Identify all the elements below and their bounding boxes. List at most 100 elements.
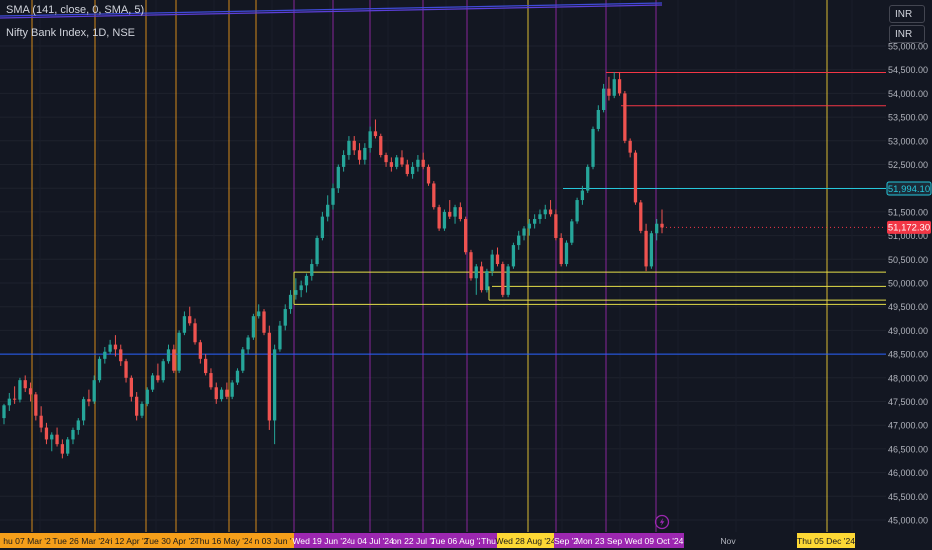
candle-body — [23, 380, 27, 389]
candle-body — [214, 387, 218, 400]
candle-body — [612, 79, 616, 96]
candle-body — [384, 155, 388, 163]
time-tick-label: Tue 06 Aug '2 — [431, 536, 484, 546]
candle-body — [442, 211, 447, 229]
candle-body — [267, 332, 271, 421]
candle-body — [554, 214, 558, 238]
currency-button[interactable]: INR — [889, 25, 925, 43]
price-tick-label: 45,000.00 — [888, 516, 928, 526]
price-tick-label: 53,000.00 — [888, 136, 928, 146]
candle-body — [649, 233, 654, 267]
candle-body — [246, 337, 250, 350]
price-tick-label: 45,500.00 — [888, 492, 928, 502]
candle-body — [230, 382, 234, 397]
candle-body — [517, 235, 521, 246]
candle-body — [310, 264, 314, 276]
indicator-legend[interactable]: SMA (141, close, 0, SMA, 5) — [6, 4, 144, 16]
candle-body — [363, 147, 367, 160]
candle-body — [18, 380, 22, 400]
symbol-title[interactable]: Nifty Bank Index, 1D, NSE — [6, 27, 135, 39]
price-tick-label: 49,500.00 — [888, 302, 928, 312]
last-price-text: 51,172.30 — [888, 223, 930, 234]
chart-background — [0, 0, 932, 550]
candle-body — [124, 361, 128, 378]
candle-body — [368, 131, 372, 148]
candle-body — [485, 271, 489, 291]
price-chart[interactable]: 55,000.0054,500.0054,000.0053,500.0053,0… — [0, 0, 932, 550]
time-tick-label: hu 07 Mar '2 — [3, 536, 51, 546]
currency-button[interactable]: INR — [889, 5, 925, 23]
candle-body — [320, 216, 325, 238]
candle-body — [543, 209, 547, 215]
time-tick-label: Thu 16 May '24 — [195, 536, 254, 546]
candle-body — [591, 128, 595, 167]
candle-body — [511, 245, 516, 267]
time-tick-label: Nov — [720, 536, 736, 546]
candle-body — [623, 93, 627, 141]
price-tick-label: 54,500.00 — [888, 65, 928, 75]
candle-body — [400, 157, 404, 165]
candle-body — [193, 323, 197, 343]
candle-body — [580, 190, 585, 201]
candle-body — [341, 155, 346, 167]
candle-body — [129, 377, 133, 397]
candle-body — [81, 399, 86, 421]
candle-body — [336, 166, 340, 189]
candle-body — [326, 204, 330, 217]
candle-body — [464, 219, 468, 253]
candle-body — [405, 164, 409, 174]
candle-body — [39, 415, 43, 428]
candle-body — [262, 311, 266, 333]
candle-body — [251, 316, 256, 338]
price-tick-label: 48,000.00 — [888, 373, 928, 383]
candle-body — [103, 351, 107, 359]
price-tick-label: 52,500.00 — [888, 160, 928, 170]
candle-body — [283, 309, 287, 326]
price-axis[interactable]: 55,000.0054,500.0054,000.0053,500.0053,0… — [888, 42, 928, 526]
time-tick-label: n 03 Jun ' — [255, 536, 292, 546]
candle-body — [564, 242, 569, 265]
candle-body — [479, 266, 484, 291]
cross-line-price-label: 51,994.10 — [886, 181, 932, 196]
candle-body — [389, 162, 394, 167]
candle-body — [474, 266, 478, 279]
candle-body — [294, 290, 298, 295]
candle-body — [34, 394, 38, 416]
candle-body — [655, 223, 659, 234]
price-tick-label: 50,500.00 — [888, 255, 928, 265]
candle-body — [548, 209, 553, 215]
candle-body — [87, 399, 91, 402]
candle-body — [172, 349, 176, 371]
candle-body — [633, 152, 638, 203]
candle-body — [182, 316, 187, 333]
candle-body — [166, 349, 171, 362]
price-tick-label: 54,000.00 — [888, 89, 928, 99]
candle-body — [7, 398, 11, 406]
time-tick-label: Thu — [481, 536, 496, 546]
time-tick-label: on 22 Jul '2 — [392, 536, 436, 546]
candle-body — [161, 361, 165, 381]
candle-body — [119, 349, 123, 362]
candle-body — [241, 349, 245, 371]
candle-body — [575, 200, 579, 222]
time-tick-label: Wed 28 Aug '24 — [495, 536, 555, 546]
candle-body — [76, 420, 80, 430]
time-axis-labels[interactable]: hu 07 Mar '2 Tue 26 Mar '24ri 12 Apr '2Tu… — [0, 532, 932, 550]
candle-body — [352, 140, 356, 151]
candle-body — [331, 188, 335, 205]
candle-body — [188, 316, 192, 324]
candle-body — [379, 136, 383, 156]
candle-body — [410, 166, 415, 174]
candle-body — [204, 358, 208, 374]
time-tick-label: Wed 19 Jun '24 — [292, 536, 352, 546]
candle-body — [60, 444, 65, 454]
candle-body — [607, 88, 611, 96]
candle-body — [145, 389, 149, 404]
price-tick-label: 48,500.00 — [888, 350, 928, 360]
candle-body — [527, 223, 531, 229]
candle-body — [71, 429, 75, 440]
candle-body — [432, 183, 436, 208]
candle-body — [135, 396, 139, 416]
candle-body — [198, 342, 202, 359]
candle-body — [235, 370, 240, 383]
